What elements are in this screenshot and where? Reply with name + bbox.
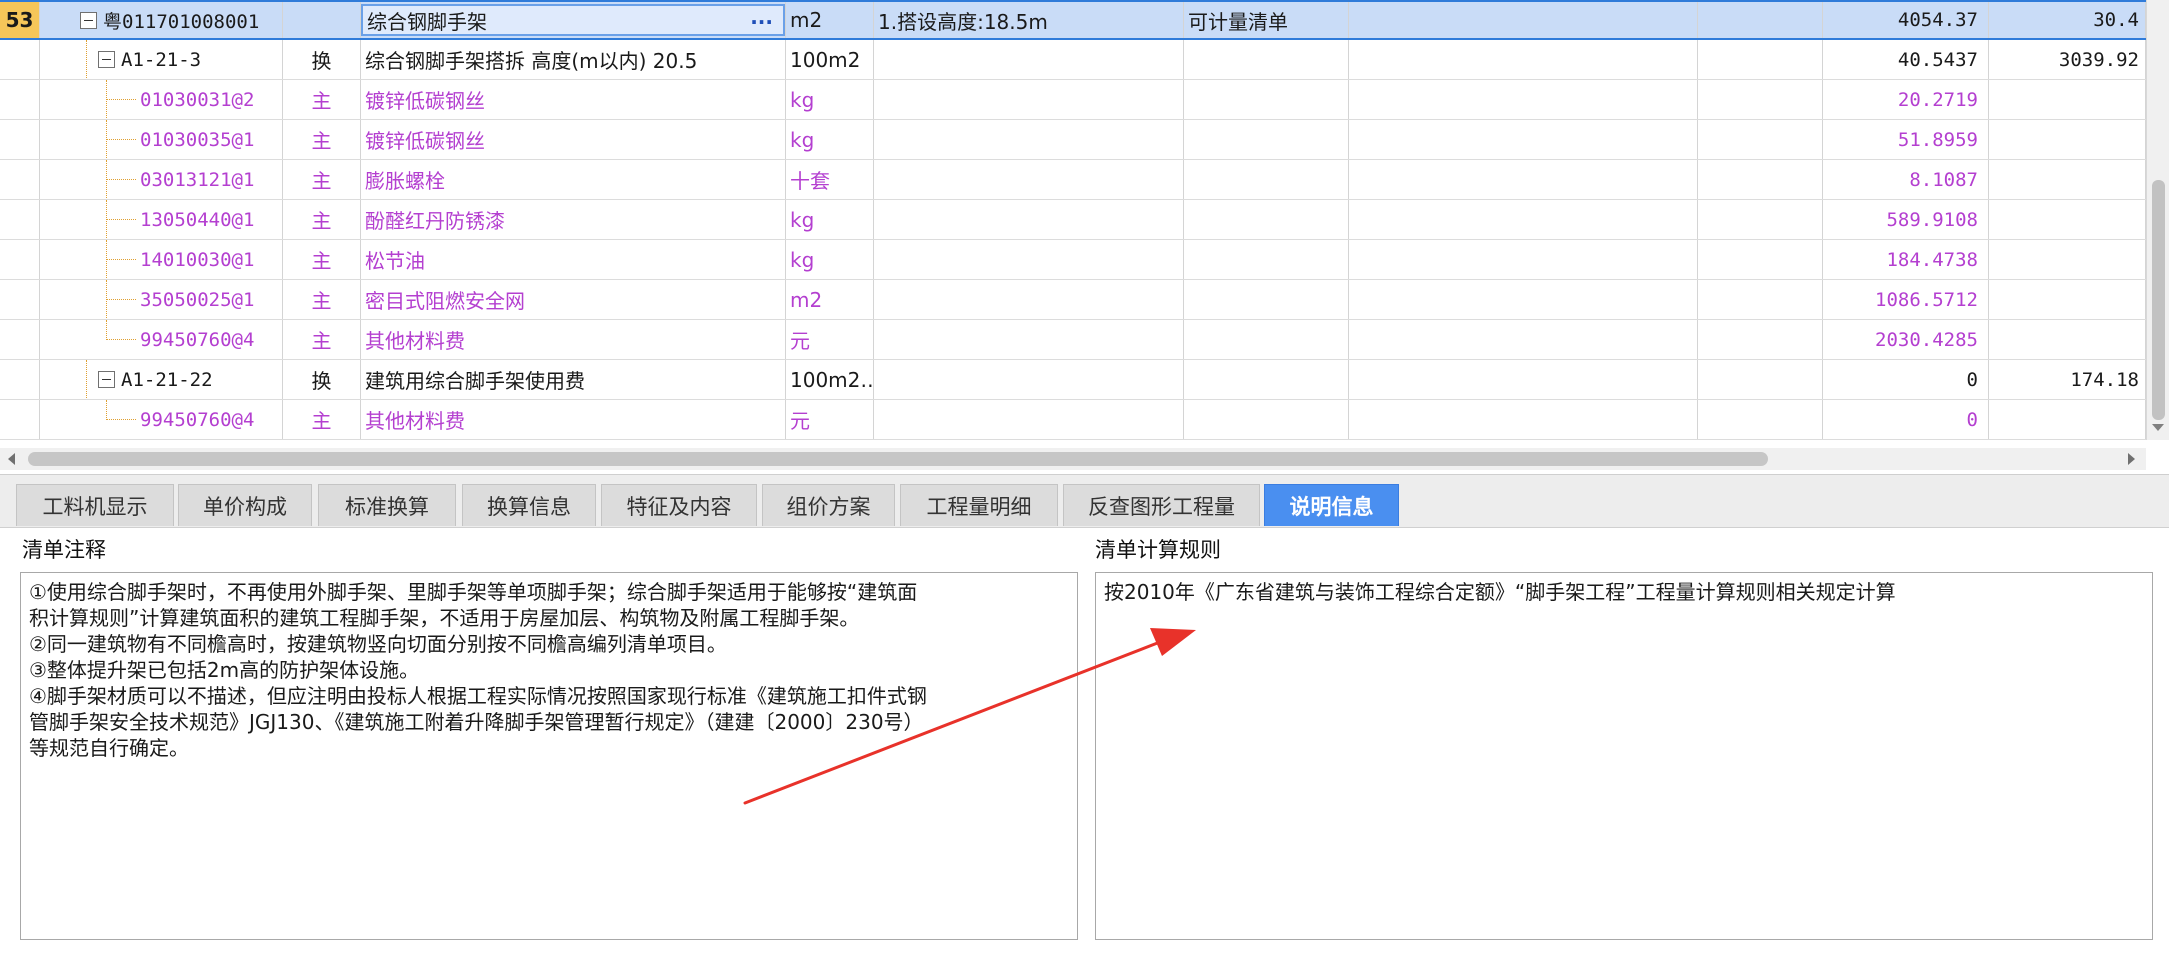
red-annotation-arrow <box>743 628 1196 805</box>
